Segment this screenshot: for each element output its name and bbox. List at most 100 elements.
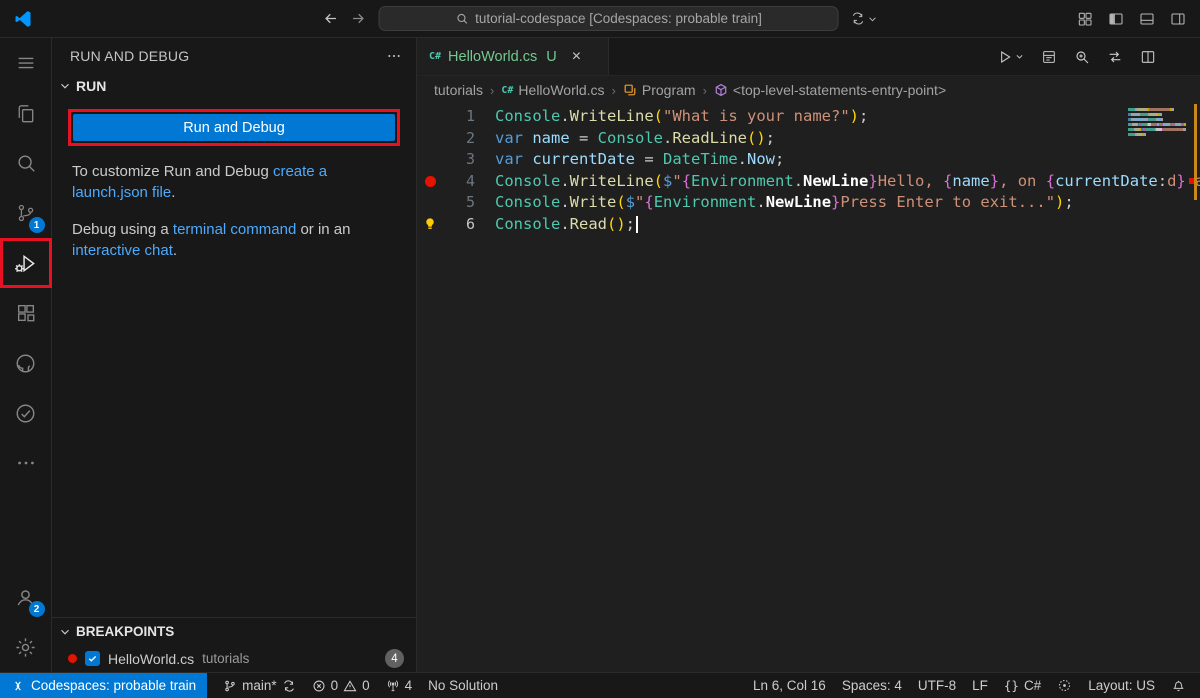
language-mode[interactable]: {} C# bbox=[996, 678, 1049, 693]
gutter-row[interactable]: 4 bbox=[417, 171, 495, 193]
extensions-icon[interactable] bbox=[0, 288, 52, 338]
explorer-icon[interactable] bbox=[0, 88, 52, 138]
customize-layout-icon[interactable] bbox=[1077, 11, 1093, 27]
gutter-row[interactable]: 2 bbox=[417, 128, 495, 150]
copilot-status-icon[interactable] bbox=[1049, 678, 1080, 693]
braces-icon: {} bbox=[1004, 678, 1019, 693]
overview-ruler[interactable] bbox=[1187, 104, 1200, 672]
line-number: 4 bbox=[443, 171, 495, 193]
accounts-icon[interactable]: 2 bbox=[0, 572, 52, 622]
csharp-file-icon: C# bbox=[501, 85, 513, 96]
breadcrumb-separator: › bbox=[490, 83, 494, 98]
code-line[interactable]: Console.Read(); bbox=[495, 214, 1200, 236]
github-icon[interactable] bbox=[0, 338, 52, 388]
forward-button[interactable] bbox=[350, 10, 367, 27]
branch-indicator[interactable]: main* bbox=[215, 673, 304, 698]
sidebar-spacer bbox=[52, 261, 416, 617]
gutter-row[interactable]: 1 bbox=[417, 106, 495, 128]
radio-tower-icon bbox=[386, 679, 400, 693]
line-number: 1 bbox=[443, 106, 495, 128]
eol-indicator[interactable]: LF bbox=[964, 678, 996, 693]
breakpoint-checkbox[interactable] bbox=[85, 651, 100, 666]
breadcrumb-folder[interactable]: tutorials bbox=[434, 82, 483, 98]
indentation-indicator[interactable]: Spaces: 4 bbox=[834, 678, 910, 693]
code-line[interactable]: Console.WriteLine("What is your name?"); bbox=[495, 106, 1200, 128]
run-button-annotation: Run and Debug bbox=[68, 109, 400, 146]
toggle-sidebar-icon[interactable] bbox=[1108, 11, 1124, 27]
split-editor-icon[interactable] bbox=[1140, 49, 1156, 65]
command-center-search[interactable]: tutorial-codespace [Codespaces: probable… bbox=[379, 6, 839, 31]
code-lines[interactable]: Console.WriteLine("What is your name?");… bbox=[495, 106, 1200, 672]
compare-icon[interactable] bbox=[1107, 49, 1123, 65]
breakpoint-list-item[interactable]: HelloWorld.cs tutorials 4 bbox=[52, 645, 416, 672]
tab-helloworld[interactable]: C# HelloWorld.cs U × bbox=[417, 38, 609, 75]
open-changes-icon[interactable] bbox=[1041, 49, 1057, 65]
gutter-row[interactable]: 3 bbox=[417, 149, 495, 171]
keyboard-layout-indicator[interactable]: Layout: US bbox=[1080, 678, 1163, 693]
breakpoint-glyph[interactable] bbox=[425, 176, 436, 187]
source-control-badge: 1 bbox=[29, 217, 45, 233]
close-tab-icon[interactable]: × bbox=[572, 48, 581, 66]
problems-indicator[interactable]: 0 0 bbox=[304, 673, 378, 698]
overview-modified-marker bbox=[1194, 104, 1197, 200]
tab-bar: C# HelloWorld.cs U × bbox=[417, 38, 1200, 76]
settings-gear-icon[interactable] bbox=[0, 622, 52, 672]
status-bar: Codespaces: probable train main* 0 0 4 N… bbox=[0, 672, 1200, 698]
code-line[interactable]: Console.WriteLine($"{Environment.NewLine… bbox=[495, 171, 1200, 193]
editor-group: C# HelloWorld.cs U × bbox=[417, 38, 1200, 672]
run-and-debug-icon[interactable] bbox=[0, 238, 52, 288]
breakpoint-dot bbox=[68, 654, 77, 663]
encoding-indicator[interactable]: UTF-8 bbox=[910, 678, 964, 693]
editor-actions bbox=[997, 38, 1200, 75]
git-status-untracked: U bbox=[546, 49, 556, 65]
code-line[interactable]: Console.Write($"{Environment.NewLine}Pre… bbox=[495, 192, 1200, 214]
breadcrumb-symbol[interactable]: <top-level-statements-entry-point> bbox=[714, 82, 946, 98]
remote-indicator[interactable]: Codespaces: probable train bbox=[0, 673, 207, 698]
search-editor-icon[interactable] bbox=[1074, 49, 1090, 65]
lightbulb-icon bbox=[417, 217, 443, 231]
overview-breakpoint-marker bbox=[1189, 178, 1194, 184]
toggle-secondary-sidebar-icon[interactable] bbox=[1170, 11, 1186, 27]
link[interactable]: terminal command bbox=[173, 221, 296, 238]
back-button[interactable] bbox=[323, 10, 340, 27]
breadcrumbs: tutorials › C# HelloWorld.cs › Program ›… bbox=[417, 76, 1200, 104]
run-section-header[interactable]: RUN bbox=[52, 73, 416, 99]
notifications-bell-icon[interactable] bbox=[1163, 678, 1194, 693]
cursor-position[interactable]: Ln 6, Col 16 bbox=[745, 678, 834, 693]
search-icon bbox=[455, 12, 468, 25]
minimap[interactable] bbox=[1128, 108, 1186, 138]
solution-indicator[interactable]: No Solution bbox=[420, 673, 506, 698]
code-line[interactable]: var currentDate = DateTime.Now; bbox=[495, 149, 1200, 171]
ports-indicator[interactable]: 4 bbox=[378, 673, 421, 698]
views-more-actions-icon[interactable] bbox=[386, 48, 402, 64]
remote-icon bbox=[11, 679, 25, 693]
breadcrumb-class[interactable]: Program bbox=[623, 82, 696, 98]
gutter[interactable]: 123456 bbox=[417, 106, 495, 672]
code-editor[interactable]: 123456 Console.WriteLine("What is your n… bbox=[417, 104, 1200, 672]
code-line[interactable]: var name = Console.ReadLine(); bbox=[495, 128, 1200, 150]
testing-icon[interactable] bbox=[0, 388, 52, 438]
source-control-icon[interactable]: 1 bbox=[0, 188, 52, 238]
chevron-down-icon bbox=[58, 625, 72, 639]
run-and-debug-button[interactable]: Run and Debug bbox=[73, 114, 395, 141]
link[interactable]: interactive chat bbox=[72, 242, 173, 259]
breadcrumb-separator: › bbox=[612, 83, 616, 98]
toggle-panel-icon[interactable] bbox=[1139, 11, 1155, 27]
error-icon bbox=[312, 679, 326, 693]
run-and-debug-sidebar: RUN AND DEBUG RUN Run and Debug To custo… bbox=[52, 38, 417, 672]
run-or-debug-button[interactable] bbox=[997, 49, 1024, 65]
line-number: 2 bbox=[443, 128, 495, 150]
codespace-actions-icon[interactable] bbox=[851, 11, 878, 26]
warning-icon bbox=[343, 679, 357, 693]
breakpoints-section: BREAKPOINTS HelloWorld.cs tutorials 4 bbox=[52, 617, 416, 672]
sync-icon bbox=[282, 679, 296, 693]
more-views-icon[interactable] bbox=[0, 438, 52, 488]
gutter-row[interactable]: 5 bbox=[417, 192, 495, 214]
menu-icon[interactable] bbox=[0, 38, 52, 88]
gutter-row[interactable]: 6 bbox=[417, 214, 495, 236]
git-branch-icon bbox=[223, 679, 237, 693]
text-cursor bbox=[636, 216, 638, 233]
breadcrumb-file[interactable]: C# HelloWorld.cs bbox=[501, 82, 604, 98]
breakpoints-section-header[interactable]: BREAKPOINTS bbox=[52, 618, 416, 645]
search-view-icon[interactable] bbox=[0, 138, 52, 188]
